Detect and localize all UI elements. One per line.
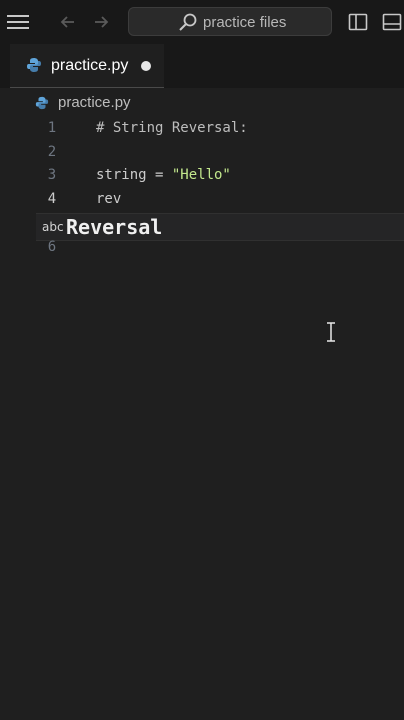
code-line-active: 4 rev (0, 187, 404, 211)
command-center-search[interactable]: practice files (128, 7, 332, 36)
breadcrumb: practice.py (0, 88, 404, 116)
code-text: string = "Hello" (96, 163, 231, 187)
code-editor[interactable]: 1 # String Reversal: 2 3 string = "Hello… (0, 116, 404, 720)
search-text: practice files (203, 14, 287, 31)
hamburger-menu-icon[interactable] (7, 14, 29, 30)
code-prefix: string = (96, 167, 172, 183)
python-file-icon (26, 57, 42, 73)
code-line: 3 string = "Hello" (0, 163, 404, 187)
code-text: rev (96, 191, 122, 207)
search-icon (178, 12, 198, 32)
title-bar: practice files (0, 0, 404, 44)
line-number: 6 (47, 239, 57, 255)
text-cursor-icon (325, 322, 337, 342)
arrow-left-icon[interactable] (58, 12, 78, 32)
breadcrumb-file[interactable]: practice.py (58, 94, 131, 111)
line-number: 3 (47, 167, 57, 183)
tab-bar: practice.py (0, 44, 404, 88)
tab-label: practice.py (51, 57, 129, 74)
code-line: 6 (0, 235, 404, 259)
code-text: # String Reversal: (96, 120, 248, 136)
unsaved-dot-icon[interactable] (141, 61, 151, 71)
tab-practice-py[interactable]: practice.py (10, 44, 164, 88)
code-line: 1 # String Reversal: (0, 116, 404, 140)
code-line: 2 (0, 140, 404, 164)
python-file-icon (35, 95, 49, 110)
toggle-panel-icon[interactable] (382, 12, 402, 32)
line-number: 2 (47, 144, 57, 160)
line-number: 4 (47, 191, 57, 207)
suggestion-kind: abc (42, 220, 64, 234)
line-number: 1 (47, 120, 57, 136)
arrow-right-icon[interactable] (91, 12, 111, 32)
toggle-primary-sidebar-icon[interactable] (348, 12, 368, 32)
string-literal: "Hello" (171, 167, 231, 183)
